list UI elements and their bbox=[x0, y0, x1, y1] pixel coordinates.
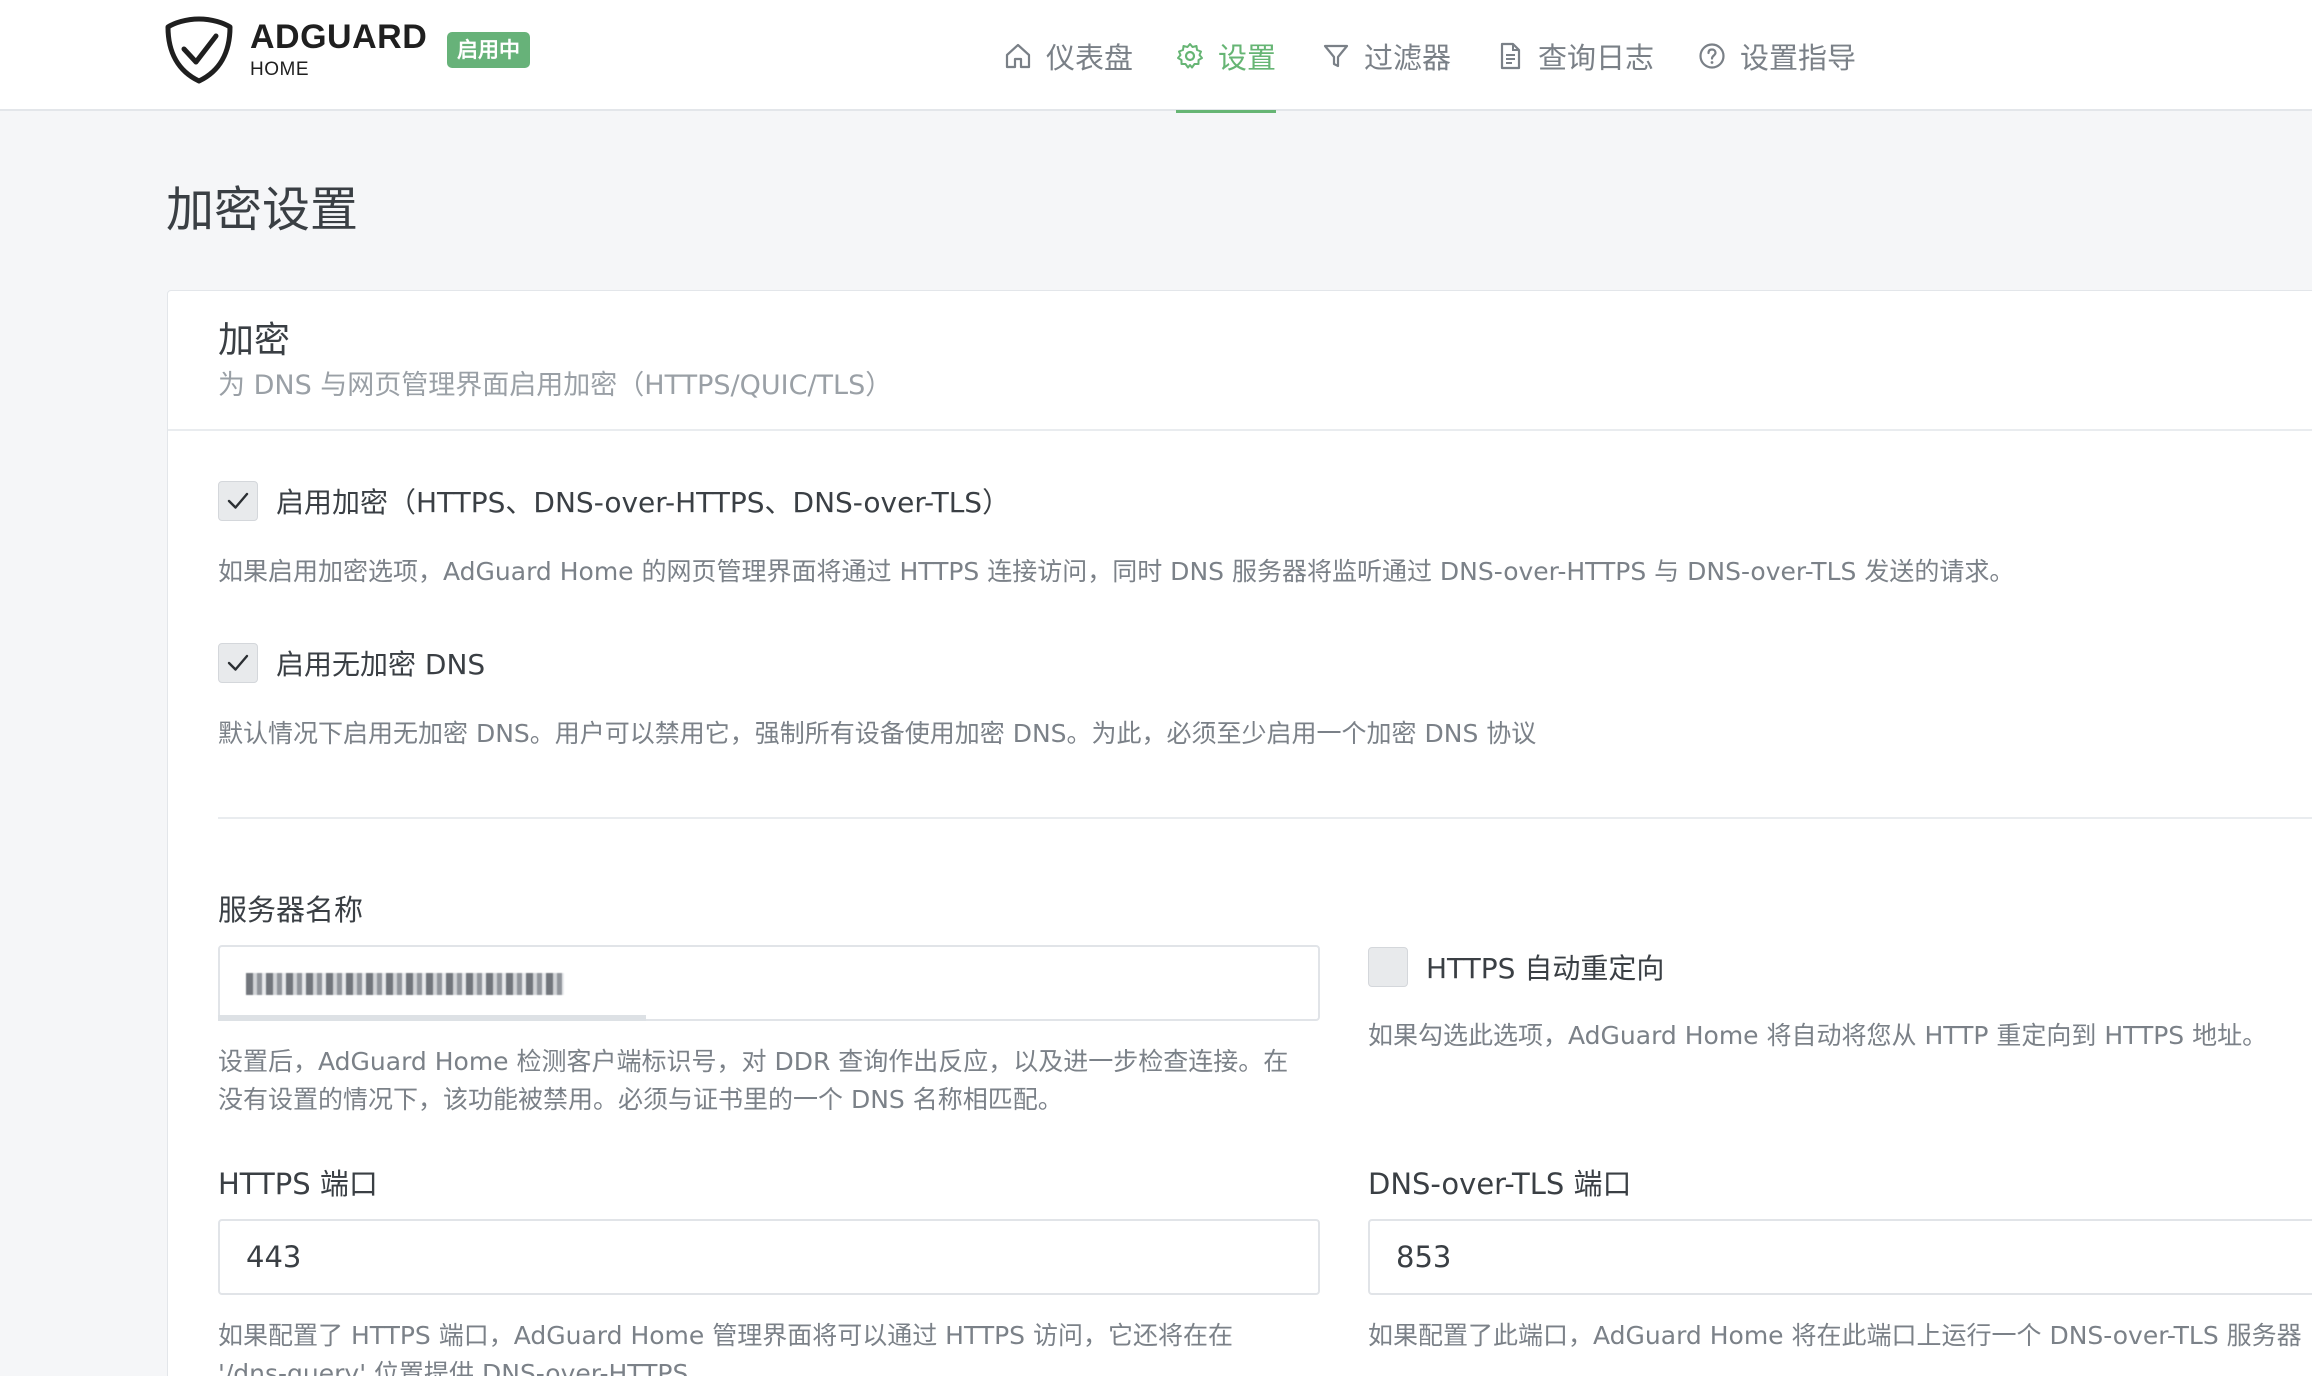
nav-settings[interactable]: 设置 bbox=[1176, 0, 1277, 113]
page-title: 加密设置 bbox=[166, 182, 359, 238]
dot-port-label: DNS-over-TLS 端口 bbox=[1368, 1167, 1632, 1201]
adguard-shield-logo-icon[interactable] bbox=[164, 16, 234, 84]
card-header: 加密 为 DNS 与网页管理界面启用加密（HTTPS/QUIC/TLS） bbox=[168, 291, 2312, 431]
dot-port-input[interactable]: 853 bbox=[1368, 1219, 2312, 1295]
input-focus-strip bbox=[218, 1015, 646, 1021]
enable-plain-dns-label[interactable]: 启用无加密 DNS bbox=[276, 643, 485, 683]
https-redirect-help: 如果勾选此选项，AdGuard Home 将自动将您从 HTTP 重定向到 HT… bbox=[1368, 1021, 2268, 1050]
server-name-help-line-1: 设置后，AdGuard Home 检测客户端标识号，对 DDR 查询作出反应，以… bbox=[218, 1047, 1289, 1076]
nav-filters[interactable]: 过滤器 bbox=[1322, 0, 1451, 111]
nav-settings-label: 设置 bbox=[1218, 40, 1277, 75]
filter-icon bbox=[1323, 44, 1349, 67]
brand-name: ADGUARD bbox=[250, 18, 428, 56]
brand-sub: HOME bbox=[250, 59, 309, 80]
https-port-help-line-2: '/dns-query' 位置提供 DNS-over-HTTPS bbox=[218, 1359, 689, 1376]
card-subtitle: 为 DNS 与网页管理界面启用加密（HTTPS/QUIC/TLS） bbox=[218, 370, 893, 401]
enable-plain-dns-help: 默认情况下启用无加密 DNS。用户可以禁用它，强制所有设备使用加密 DNS。为此… bbox=[218, 719, 1537, 748]
https-redirect-label[interactable]: HTTPS 自动重定向 bbox=[1426, 947, 1664, 987]
nav-query-log[interactable]: 查询日志 bbox=[1496, 0, 1654, 111]
enable-encryption-help: 如果启用加密选项，AdGuard Home 的网页管理界面将通过 HTTPS 连… bbox=[218, 557, 2015, 586]
server-name-input[interactable] bbox=[218, 945, 1320, 1021]
dot-port-help: 如果配置了此端口，AdGuard Home 将在此端口上运行一个 DNS-ove… bbox=[1368, 1321, 2302, 1350]
nav-setup-guide[interactable]: 设置指导 bbox=[1698, 0, 1856, 111]
enable-encryption-checkbox[interactable] bbox=[218, 481, 258, 521]
server-name-label: 服务器名称 bbox=[218, 893, 364, 927]
help-circle-icon bbox=[1699, 42, 1725, 69]
brand[interactable]: ADGUARD HOME bbox=[250, 20, 427, 79]
home-icon bbox=[1005, 43, 1031, 68]
nav-filters-label: 过滤器 bbox=[1364, 40, 1452, 75]
https-port-input[interactable]: 443 bbox=[218, 1219, 1320, 1295]
checkmark-icon bbox=[227, 654, 249, 671]
nav-query-log-label: 查询日志 bbox=[1538, 40, 1655, 75]
gear-icon bbox=[1177, 42, 1203, 68]
https-redirect-checkbox[interactable] bbox=[1368, 947, 1408, 987]
https-port-label: HTTPS 端口 bbox=[218, 1167, 378, 1201]
nav-dashboard-label: 仪表盘 bbox=[1046, 40, 1134, 75]
top-header: ADGUARD HOME 启用中 仪表盘 设置 过滤器 查询日志 设置指导 bbox=[0, 0, 2312, 113]
card-title: 加密 bbox=[218, 320, 291, 361]
redacted-server-name bbox=[246, 973, 564, 995]
https-port-help-line-1: 如果配置了 HTTPS 端口，AdGuard Home 管理界面将可以通过 HT… bbox=[218, 1321, 1233, 1350]
encryption-card: 加密 为 DNS 与网页管理界面启用加密（HTTPS/QUIC/TLS） 启用加… bbox=[167, 290, 2312, 1376]
checkmark-icon bbox=[227, 492, 249, 509]
enable-plain-dns-checkbox[interactable] bbox=[218, 643, 258, 683]
status-badge: 启用中 bbox=[447, 32, 530, 68]
section-divider bbox=[218, 817, 2312, 819]
nav-setup-guide-label: 设置指导 bbox=[1740, 40, 1857, 75]
nav-dashboard[interactable]: 仪表盘 bbox=[1004, 0, 1133, 111]
enable-encryption-label[interactable]: 启用加密（HTTPS、DNS-over-HTTPS、DNS-over-TLS） bbox=[276, 481, 1010, 521]
document-icon bbox=[1500, 42, 1521, 69]
server-name-help-line-2: 没有设置的情况下，该功能被禁用。必须与证书里的一个 DNS 名称相匹配。 bbox=[218, 1085, 1063, 1114]
